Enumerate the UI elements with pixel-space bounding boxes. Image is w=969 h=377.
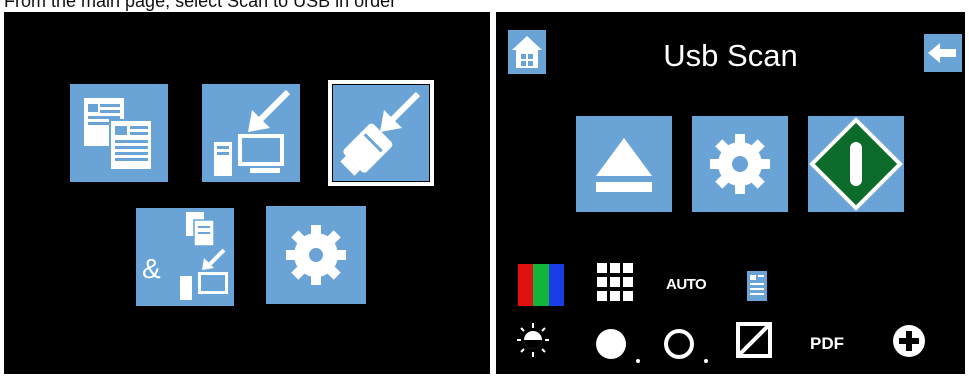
scan-documents-and-pc-icon: & — [142, 212, 228, 300]
eject-button[interactable] — [576, 116, 672, 212]
empty-circle-icon — [664, 329, 708, 363]
arrow-left-icon — [928, 43, 956, 63]
usb-scan-panel: Usb Scan AUTO PDF — [496, 12, 965, 374]
plus-circle-icon — [893, 325, 925, 357]
brightness-icon — [517, 323, 549, 357]
auto-option-label[interactable]: AUTO — [666, 276, 707, 293]
start-diamond-icon — [809, 117, 903, 211]
more-options-button[interactable] — [890, 322, 928, 360]
scan-documents-and-pc-tile[interactable]: & — [136, 208, 234, 306]
main-menu-panel: & — [4, 12, 490, 374]
scan-to-pc-icon — [214, 89, 291, 176]
documents-tile[interactable] — [70, 84, 168, 182]
svg-text:&: & — [142, 253, 161, 284]
scan-to-usb-tile[interactable] — [328, 80, 434, 186]
color-mode-option[interactable] — [518, 264, 564, 306]
rgb-color-icon — [518, 264, 564, 306]
page-title: Usb Scan — [663, 38, 798, 73]
scan-settings-button[interactable] — [692, 116, 788, 212]
document-size-option[interactable] — [746, 270, 768, 302]
resolution-option[interactable] — [596, 262, 634, 302]
documents-icon — [84, 98, 153, 171]
filled-circle-icon — [596, 329, 640, 363]
document-icon — [747, 271, 767, 301]
brightness-option[interactable] — [516, 322, 550, 358]
gear-icon — [710, 134, 770, 194]
grid-icon — [597, 263, 633, 301]
contrast-option[interactable] — [736, 322, 772, 358]
caption-text: From the main page, select Scan to USB i… — [4, 0, 397, 11]
start-scan-button[interactable] — [808, 116, 904, 212]
settings-gear-icon — [286, 225, 346, 285]
pdf-format-option[interactable]: PDF — [810, 334, 844, 354]
settings-tile[interactable] — [266, 206, 366, 304]
back-button[interactable] — [924, 34, 962, 72]
contrast-icon — [736, 322, 772, 358]
darkness-option[interactable] — [594, 326, 642, 366]
scan-to-pc-tile[interactable] — [202, 84, 300, 182]
eject-icon — [596, 138, 652, 192]
scan-to-usb-icon — [340, 91, 421, 176]
lightness-option[interactable] — [662, 326, 710, 366]
